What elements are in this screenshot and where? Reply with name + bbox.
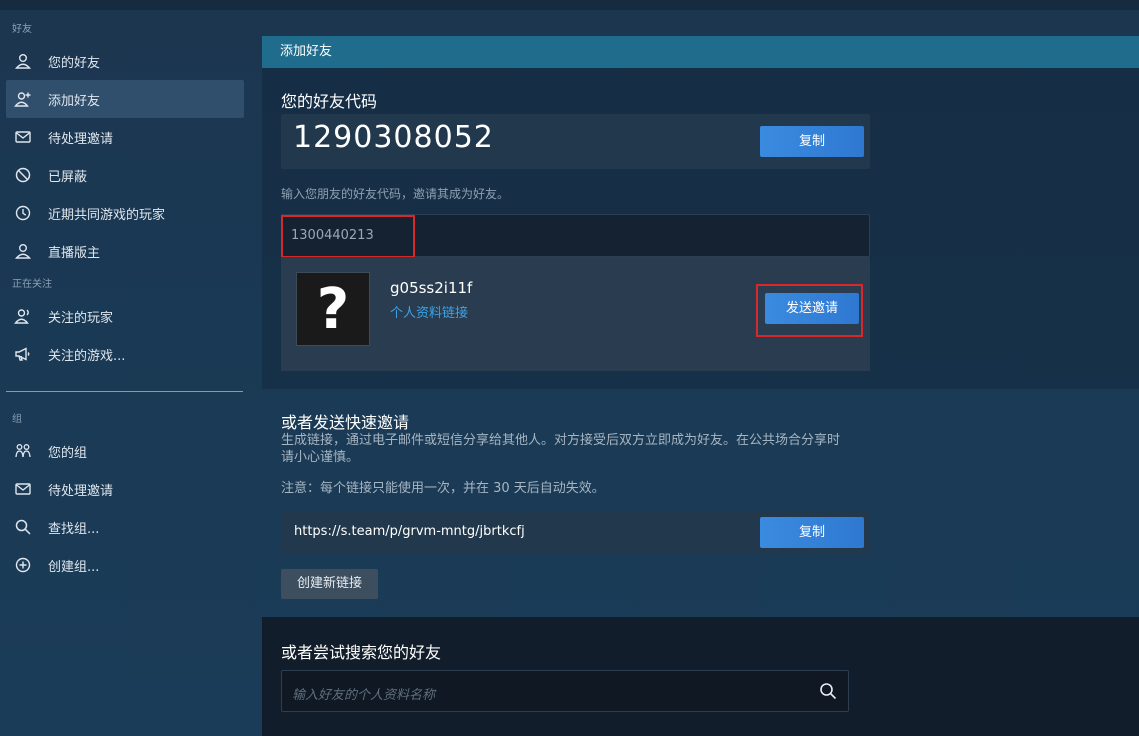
sidebar-divider [6,391,243,392]
mail-icon [14,480,32,498]
search-icon [14,518,32,536]
invite-link-text: https://s.team/p/grvm-mntg/jbrtkcfj [294,524,525,539]
add-person-icon [14,90,32,108]
sidebar-item-followed-players[interactable]: 关注的玩家 [6,297,244,335]
sidebar-item-label: 近期共同游戏的玩家 [48,207,166,223]
sidebar-item-label: 关注的游戏... [48,348,126,364]
top-strip [0,0,1139,10]
sidebar-item-pending-invites[interactable]: 待处理邀请 [6,118,244,156]
sidebar-item-your-groups[interactable]: 您的组 [6,432,244,470]
search-icon[interactable] [818,681,838,701]
sidebar-item-create-group[interactable]: 创建组... [6,546,244,584]
sidebar-item-label: 关注的玩家 [48,310,114,326]
clock-icon [14,204,32,222]
sidebar-item-find-groups[interactable]: 查找组... [6,508,244,546]
create-new-link-button[interactable]: 创建新链接 [281,569,378,599]
follow-person-icon [14,307,32,325]
friend-code-value: 1290308052 [293,120,494,155]
sidebar: 好友 您的好友 添加好友 待处理邀请 已屏蔽 近期共同游戏的玩家 直播版主 正在… [0,18,250,584]
block-icon [14,166,32,184]
search-friends-section: 或者尝试搜索您的好友 输入好友的个人资料名称 [262,617,1139,736]
sidebar-item-label: 您的好友 [48,55,101,71]
enter-code-hint: 输入您朋友的好友代码，邀请其成为好友。 [281,187,510,201]
search-input[interactable]: 输入好友的个人资料名称 [281,670,849,712]
sidebar-item-followed-games[interactable]: 关注的游戏... [6,335,244,373]
sidebar-item-your-friends[interactable]: 您的好友 [6,42,244,80]
sidebar-item-label: 查找组... [48,521,100,537]
friend-result-card: ? g05ss2i11f 个人资料链接 发送邀请 [281,257,870,371]
friend-code-title: 您的好友代码 [281,92,378,111]
copy-code-button[interactable]: 复制 [760,126,864,157]
add-friend-panel: 添加好友 您的好友代码 1290308052 复制 输入您朋友的好友代码，邀请其… [262,36,1139,736]
profile-link[interactable]: 个人资料链接 [390,302,468,321]
section-label-following: 正在关注 [12,279,52,290]
sidebar-item-recent-players[interactable]: 近期共同游戏的玩家 [6,194,244,232]
panel-header: 添加好友 [262,36,1139,68]
search-title: 或者尝试搜索您的好友 [281,643,442,662]
megaphone-icon [14,345,32,363]
person-icon [14,242,32,260]
copy-link-button[interactable]: 复制 [760,517,864,548]
quick-invite-desc-line1: 生成链接，通过电子邮件或短信分享给其他人。对方接受后双方立即成为好友。在公共场合… [281,433,841,448]
mail-icon [14,128,32,146]
sidebar-item-group-invites[interactable]: 待处理邀请 [6,470,244,508]
sidebar-item-label: 直播版主 [48,245,101,261]
quick-invite-title: 或者发送快速邀请 [281,413,410,432]
highlight-box-send-invite [756,284,863,337]
quick-invite-desc-line2: 请小心谨慎。 [281,450,360,465]
sidebar-item-label: 待处理邀请 [48,483,114,499]
group-icon [14,442,32,460]
section-label-friends: 好友 [12,24,32,35]
sidebar-item-label: 待处理邀请 [48,131,114,147]
search-placeholder: 输入好友的个人资料名称 [292,688,436,703]
sidebar-item-broadcast-moderators[interactable]: 直播版主 [6,232,244,270]
person-icon [14,52,32,70]
sidebar-item-blocked[interactable]: 已屏蔽 [6,156,244,194]
plus-circle-icon [14,556,32,574]
sidebar-item-label: 您的组 [48,445,88,461]
highlight-box-code-input [281,215,415,258]
quick-invite-note: 注意：每个链接只能使用一次，并在 30 天后自动失效。 [281,481,605,496]
avatar: ? [296,272,370,346]
sidebar-item-label: 已屏蔽 [48,169,88,185]
sidebar-item-label: 添加好友 [48,93,101,109]
friend-code-box: 1290308052 复制 [281,114,870,169]
sidebar-item-add-friend[interactable]: 添加好友 [6,80,244,118]
section-label-groups: 组 [12,414,22,425]
result-username: g05ss2i11f [390,279,473,297]
sidebar-item-label: 创建组... [48,559,100,575]
invite-link-box: https://s.team/p/grvm-mntg/jbrtkcfj 复制 [281,511,870,554]
